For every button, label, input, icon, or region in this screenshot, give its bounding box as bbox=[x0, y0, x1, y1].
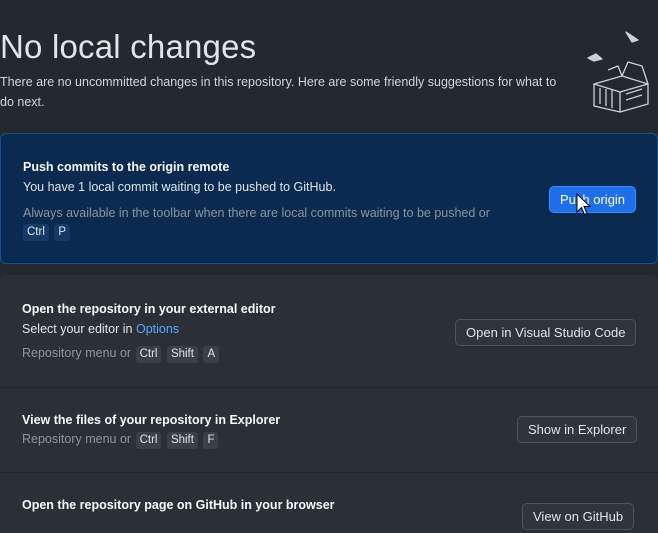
open-in-editor-button[interactable]: Open in Visual Studio Code bbox=[455, 319, 637, 346]
mouse-cursor-icon bbox=[576, 193, 592, 216]
empty-box-illustration bbox=[587, 31, 649, 113]
push-shortcut: Ctrl P bbox=[22, 224, 71, 241]
explorer-suggestion-card: View the files of your repository in Exp… bbox=[0, 388, 658, 472]
push-card-hint: Always available in the toolbar when the… bbox=[23, 206, 490, 220]
shortcut-key: A bbox=[203, 346, 220, 363]
hint-text: Repository menu or bbox=[22, 432, 132, 446]
shortcut-key: Shift bbox=[166, 346, 198, 363]
view-on-github-button[interactable]: View on GitHub bbox=[522, 503, 635, 530]
push-suggestion-card: Push commits to the origin remote You ha… bbox=[0, 133, 658, 264]
options-link[interactable]: Options bbox=[136, 322, 179, 336]
push-card-title: Push commits to the origin remote bbox=[23, 160, 230, 174]
shortcut-key: F bbox=[203, 432, 219, 449]
shortcut-key: Ctrl bbox=[23, 224, 49, 241]
editor-card-title: Open the repository in your external edi… bbox=[22, 302, 276, 316]
push-card-subtitle: You have 1 local commit waiting to be pu… bbox=[23, 180, 336, 194]
push-origin-button[interactable]: Push origin bbox=[549, 186, 637, 213]
github-suggestion-card: Open the repository page on GitHub in yo… bbox=[0, 473, 658, 533]
explorer-card-hint: Repository menu or Ctrl Shift F bbox=[22, 432, 219, 449]
shortcut-key: Shift bbox=[166, 432, 198, 449]
page-title: No local changes bbox=[0, 28, 257, 65]
shortcut-key: Ctrl bbox=[135, 346, 162, 363]
page-description: There are no uncommitted changes in this… bbox=[0, 75, 557, 109]
hint-text: Repository menu or bbox=[22, 346, 132, 360]
explorer-card-title: View the files of your repository in Exp… bbox=[22, 413, 281, 427]
editor-suggestion-card: Open the repository in your external edi… bbox=[0, 275, 658, 387]
editor-subtitle-text: Select your editor in bbox=[22, 322, 133, 336]
shortcut-key: P bbox=[54, 224, 71, 241]
editor-card-hint: Repository menu or Ctrl Shift A bbox=[22, 346, 220, 363]
github-card-title: Open the repository page on GitHub in yo… bbox=[22, 498, 335, 512]
show-in-explorer-button[interactable]: Show in Explorer bbox=[517, 416, 638, 443]
shortcut-key: Ctrl bbox=[135, 432, 162, 449]
editor-card-subtitle: Select your editor in Options bbox=[22, 322, 179, 336]
